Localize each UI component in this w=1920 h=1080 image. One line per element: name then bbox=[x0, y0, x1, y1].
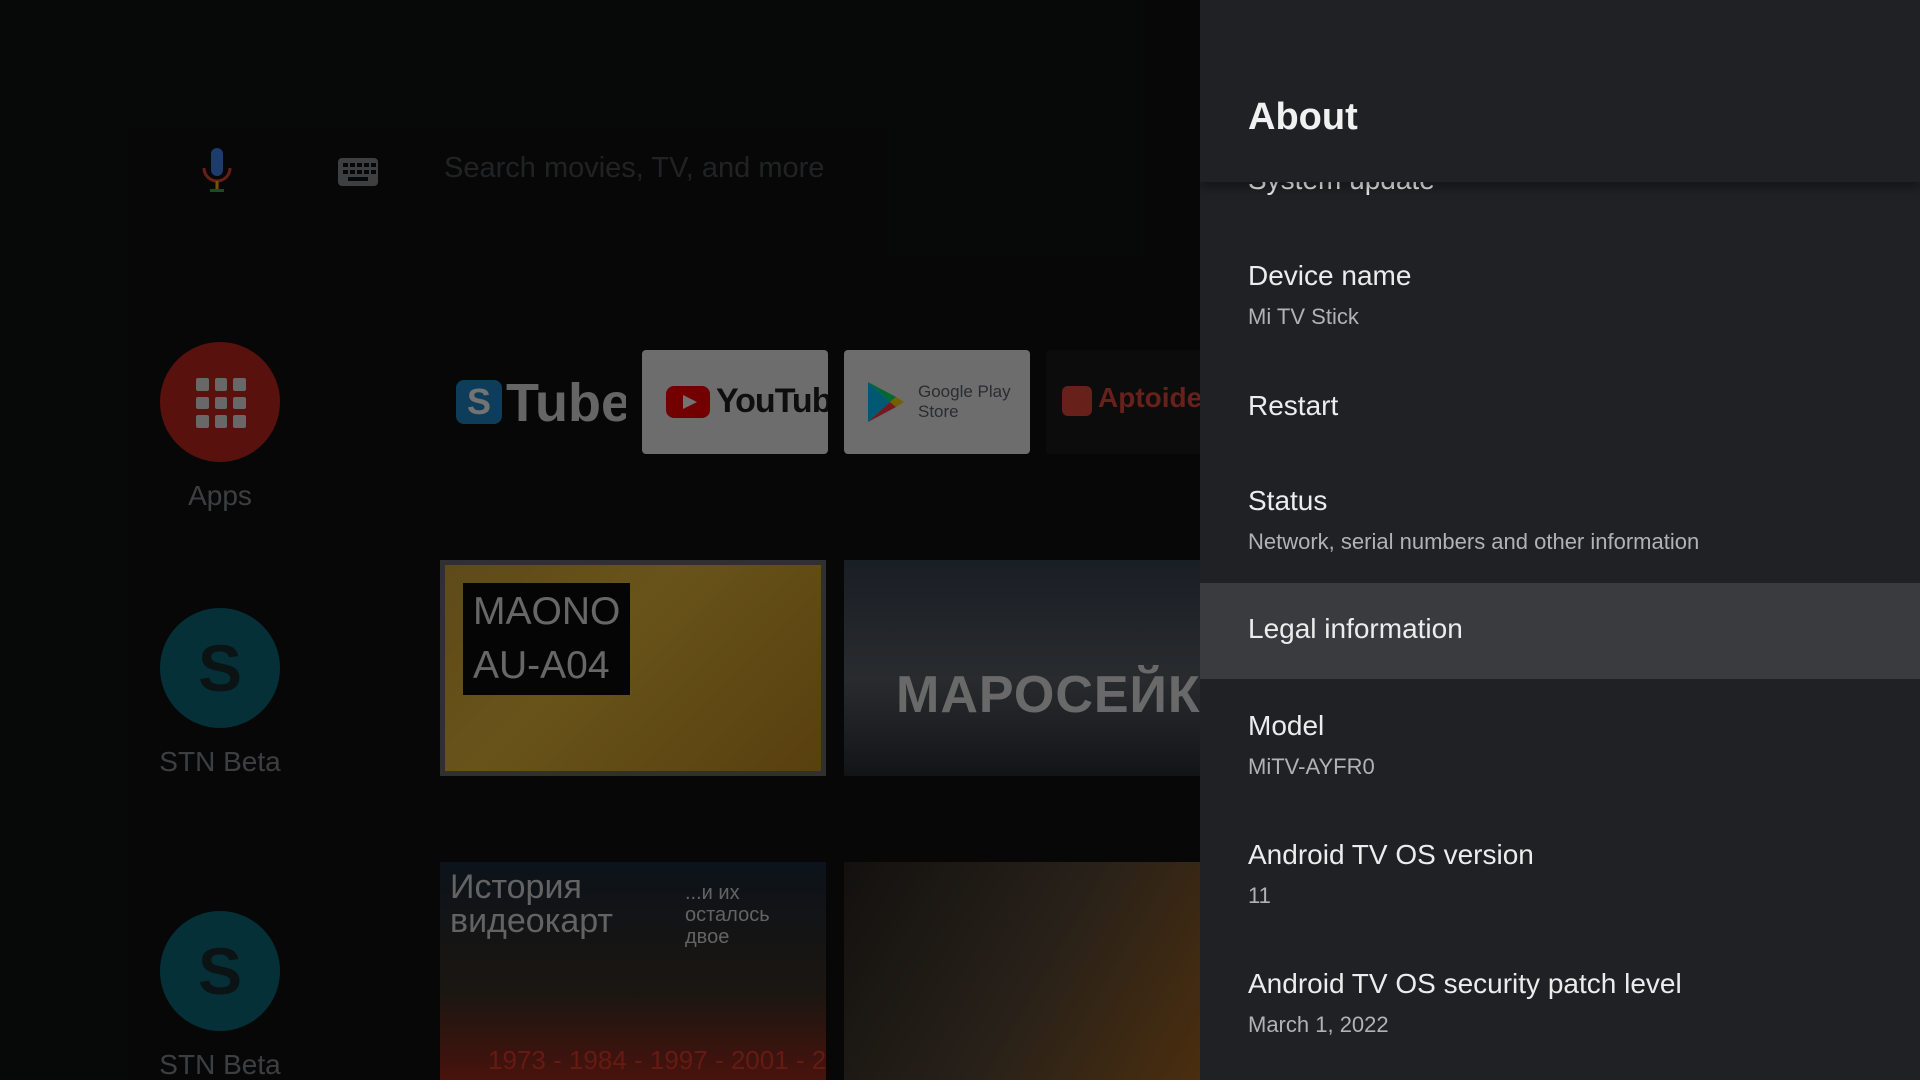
page-title: About bbox=[1248, 96, 1358, 138]
item-subtitle: 11 bbox=[1248, 883, 1271, 908]
google-play-label: Google Play Store bbox=[918, 382, 1011, 421]
search-input[interactable]: Search movies, TV, and more bbox=[444, 152, 824, 185]
aptoide-tv-tile[interactable]: Aptoide T bbox=[1046, 350, 1200, 454]
item-title: Restart bbox=[1248, 390, 1339, 421]
stube-logo-icon: S bbox=[456, 380, 502, 424]
stn-beta-label: STN Beta bbox=[159, 746, 281, 777]
settings-item-status[interactable]: Status Network, serial numbers and other… bbox=[1200, 485, 1920, 555]
item-title: Android TV OS version bbox=[1248, 839, 1534, 870]
item-title: Device name bbox=[1248, 260, 1412, 291]
settings-item-device-name[interactable]: Device name Mi TV Stick bbox=[1200, 260, 1920, 330]
youtube-app-tile[interactable]: YouTube bbox=[642, 350, 828, 454]
youtube-app-name: YouTube bbox=[716, 382, 828, 420]
item-subtitle: Mi TV Stick bbox=[1248, 304, 1359, 329]
stn-beta-icon: S bbox=[160, 608, 280, 728]
apps-grid-icon bbox=[160, 342, 280, 462]
settings-item-security-patch-level[interactable]: Android TV OS security patch level March… bbox=[1200, 968, 1920, 1038]
apps-label: Apps bbox=[188, 480, 252, 511]
settings-item-android-version[interactable]: Android TV OS version 11 bbox=[1200, 839, 1920, 909]
settings-item-restart[interactable]: Restart bbox=[1200, 390, 1920, 422]
stube-app-tile[interactable]: S Tube bbox=[446, 350, 626, 454]
item-subtitle: March 1, 2022 bbox=[1248, 1012, 1389, 1037]
video-thumbnail[interactable]: МАРОСЕЙКА bbox=[844, 560, 1200, 776]
about-settings-panel: About System update Device name Mi TV St… bbox=[1200, 0, 1920, 1080]
thumbnail-title: История видеокарт bbox=[450, 868, 613, 940]
stn-beta-icon: S bbox=[160, 911, 280, 1031]
google-play-store-tile[interactable]: Google Play Store bbox=[844, 350, 1030, 454]
item-subtitle: MiTV-AYFR0 bbox=[1248, 754, 1375, 779]
stn-beta-shortcut[interactable]: S STN Beta bbox=[158, 911, 282, 1080]
stn-beta-label: STN Beta bbox=[159, 1049, 281, 1080]
google-play-icon bbox=[868, 382, 904, 422]
thumbnail-title: MAONO AU-A04 bbox=[463, 583, 631, 695]
thumbnail-title: МАРОСЕЙКА bbox=[896, 666, 1200, 724]
stn-beta-shortcut[interactable]: S STN Beta bbox=[158, 608, 282, 778]
aptoide-icon bbox=[1062, 386, 1092, 416]
video-thumbnail[interactable]: История видеокарт ...и их осталось двое … bbox=[440, 862, 826, 1080]
settings-item-model[interactable]: Model MiTV-AYFR0 bbox=[1200, 710, 1920, 780]
microphone-icon[interactable] bbox=[200, 148, 234, 194]
item-title: Android TV OS security patch level bbox=[1248, 968, 1682, 999]
settings-item-legal-information[interactable]: Legal information bbox=[1200, 583, 1920, 679]
item-title: Status bbox=[1248, 485, 1328, 516]
item-title: Model bbox=[1248, 710, 1325, 741]
aptoide-app-name: Aptoide T bbox=[1098, 382, 1200, 413]
stube-app-name: Tube bbox=[506, 373, 626, 433]
item-subtitle: Network, serial numbers and other inform… bbox=[1248, 529, 1700, 554]
video-thumbnail[interactable] bbox=[844, 862, 1200, 1080]
keyboard-icon[interactable] bbox=[338, 158, 378, 186]
video-thumbnail[interactable]: MAONO AU-A04 bbox=[440, 560, 826, 776]
thumbnail-years: 1973 - 1984 - 1997 - 2001 - 20 bbox=[488, 1045, 826, 1075]
launcher-home-screen: Search movies, TV, and more Apps S STN B… bbox=[0, 0, 1200, 1080]
panel-header: About bbox=[1200, 0, 1920, 182]
item-title: Legal information bbox=[1248, 613, 1463, 644]
apps-shortcut[interactable]: Apps bbox=[158, 342, 282, 512]
thumbnail-subtitle: ...и их осталось двое bbox=[685, 882, 770, 948]
youtube-play-icon bbox=[666, 386, 710, 418]
